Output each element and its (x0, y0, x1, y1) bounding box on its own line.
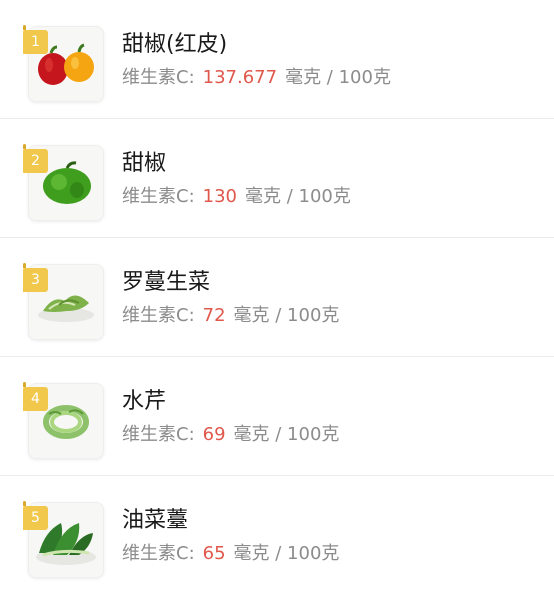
list-item[interactable]: 3 罗蔓生菜 维生素C: 72 毫克 / 100克 (0, 238, 554, 357)
nutrient-label: 维生素C: (122, 305, 195, 326)
unit-label: 毫克 / 100克 (233, 543, 340, 564)
list-item[interactable]: 1 甜椒(红皮) 维生素C: 137.677 毫克 / 100克 (0, 0, 554, 119)
vitamin-c-info: 维生素C: 69 毫克 / 100克 (122, 423, 339, 447)
unit-label: 毫克 / 100克 (245, 186, 351, 207)
vitamin-c-info: 维生素C: 130 毫克 / 100克 (122, 185, 351, 209)
rank-badge: 5 (23, 501, 48, 530)
list-item[interactable]: 4 水芹 维生素C: 69 毫克 / 100克 (0, 357, 554, 476)
vitamin-c-value: 65 (202, 543, 226, 564)
rank-badge: 3 (23, 263, 48, 292)
vegetable-name: 甜椒(红皮) (122, 32, 228, 57)
unit-label: 毫克 / 100克 (285, 67, 391, 88)
nutrient-label: 维生素C: (122, 186, 195, 207)
vitamin-c-value: 137.677 (202, 67, 278, 88)
nutrient-label: 维生素C: (122, 424, 195, 445)
vitamin-c-value: 130 (202, 186, 237, 207)
vitamin-c-info: 维生素C: 137.677 毫克 / 100克 (122, 66, 391, 90)
nutrient-label: 维生素C: (122, 67, 195, 88)
vegetable-name: 甜椒 (122, 151, 167, 176)
vitamin-c-info: 维生素C: 72 毫克 / 100克 (122, 304, 339, 328)
rank-badge: 1 (23, 25, 48, 54)
vegetable-name: 水芹 (122, 389, 167, 414)
vitamin-c-value: 72 (202, 305, 226, 326)
vitamin-c-value: 69 (202, 424, 226, 445)
rank-badge: 2 (23, 144, 48, 173)
vitamin-c-info: 维生素C: 65 毫克 / 100克 (122, 542, 339, 566)
list-item[interactable]: 5 油菜薹 维生素C: 65 毫克 / 100克 (0, 476, 554, 595)
vegetable-name: 油菜薹 (122, 508, 189, 533)
unit-label: 毫克 / 100克 (233, 424, 340, 445)
list-item[interactable]: 2 甜椒 维生素C: 130 毫克 / 100克 (0, 119, 554, 238)
rank-badge: 4 (23, 382, 48, 411)
vitamin-c-ranking-list: 1 甜椒(红皮) 维生素C: 137.677 毫克 / 100克 2 甜椒 维生… (0, 0, 554, 595)
vegetable-name: 罗蔓生菜 (122, 270, 211, 295)
unit-label: 毫克 / 100克 (233, 305, 340, 326)
nutrient-label: 维生素C: (122, 543, 195, 564)
